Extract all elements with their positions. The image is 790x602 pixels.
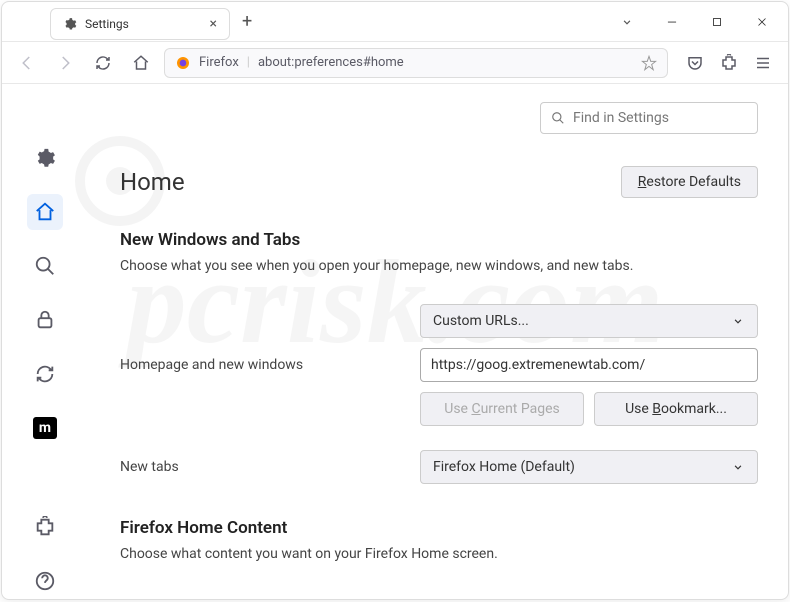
use-bookmark-button[interactable]: Use Bookmark... <box>594 392 758 426</box>
pocket-icon[interactable] <box>680 48 710 78</box>
main-content: Find in Settings Home Restore Defaults N… <box>88 84 788 599</box>
sidebar-item-search[interactable] <box>27 248 63 284</box>
gear-icon <box>63 17 77 31</box>
minimize-button[interactable] <box>649 6 694 38</box>
sidebar-item-help[interactable] <box>27 563 63 599</box>
forward-button <box>50 48 80 78</box>
new-tabs-dropdown[interactable]: Firefox Home (Default) <box>420 450 758 484</box>
url-prefix: Firefox <box>199 55 239 70</box>
close-button[interactable] <box>739 6 784 38</box>
menu-icon[interactable] <box>748 48 778 78</box>
home-button[interactable] <box>126 48 156 78</box>
restore-defaults-button[interactable]: Restore Defaults <box>621 166 758 198</box>
new-tabs-label: New tabs <box>120 459 400 475</box>
homepage-url-input[interactable] <box>420 348 758 382</box>
new-tabs-dropdown-value: Firefox Home (Default) <box>433 459 575 475</box>
sidebar-item-more[interactable]: m <box>27 410 63 446</box>
new-tab-button[interactable]: + <box>242 11 252 32</box>
settings-sidebar: m <box>2 84 88 599</box>
sidebar-item-general[interactable] <box>27 140 63 176</box>
sidebar-item-extensions[interactable] <box>27 509 63 545</box>
chevron-down-icon <box>731 314 745 328</box>
reload-button[interactable] <box>88 48 118 78</box>
bookmark-star-icon[interactable] <box>641 55 657 71</box>
homepage-dropdown-value: Custom URLs... <box>433 313 529 329</box>
tab-title: Settings <box>85 17 129 31</box>
chevron-down-icon <box>731 460 745 474</box>
section-new-windows-title: New Windows and Tabs <box>120 230 758 250</box>
url-divider: | <box>247 55 250 70</box>
page-heading: Home <box>120 168 185 196</box>
find-placeholder: Find in Settings <box>573 110 669 126</box>
toolbar: Firefox | about:preferences#home <box>2 42 788 84</box>
homepage-label: Homepage and new windows <box>120 357 400 373</box>
sidebar-item-home[interactable] <box>27 194 63 230</box>
section-home-content-title: Firefox Home Content <box>120 518 758 538</box>
sidebar-item-privacy[interactable] <box>27 302 63 338</box>
firefox-icon <box>175 55 191 71</box>
close-tab-icon[interactable]: × <box>210 16 217 32</box>
url-text: about:preferences#home <box>258 55 404 70</box>
homepage-dropdown[interactable]: Custom URLs... <box>420 304 758 338</box>
titlebar: Settings × + <box>2 2 788 42</box>
maximize-button[interactable] <box>694 6 739 38</box>
back-button <box>12 48 42 78</box>
sidebar-item-sync[interactable] <box>27 356 63 392</box>
extensions-icon[interactable] <box>714 48 744 78</box>
section-home-content-desc: Choose what content you want on your Fir… <box>120 546 758 562</box>
use-current-pages-button: Use Current Pages <box>420 392 584 426</box>
tabs-dropdown-icon[interactable] <box>604 6 649 38</box>
url-bar[interactable]: Firefox | about:preferences#home <box>164 48 668 78</box>
find-in-settings[interactable]: Find in Settings <box>540 102 758 134</box>
m-icon: m <box>33 417 57 439</box>
section-new-windows-desc: Choose what you see when you open your h… <box>120 258 758 274</box>
browser-tab[interactable]: Settings × <box>50 8 230 40</box>
search-icon <box>551 111 565 125</box>
